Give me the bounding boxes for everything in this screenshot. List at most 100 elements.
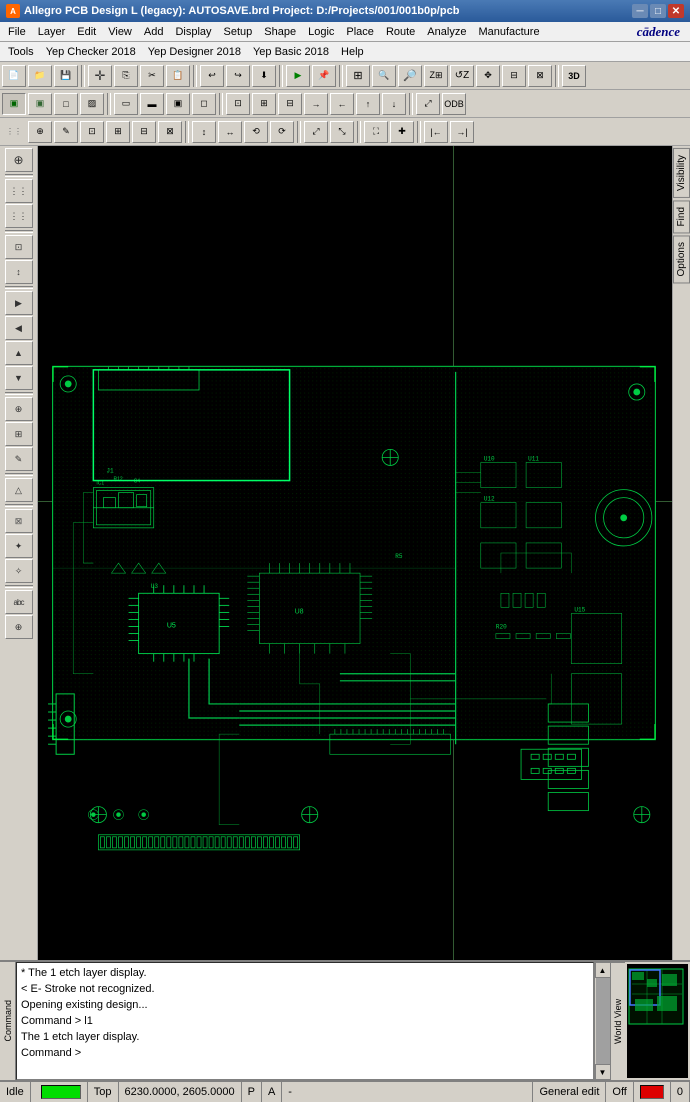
- tb2-btn7[interactable]: ▣: [166, 93, 190, 115]
- lt-btn17[interactable]: ⊕: [5, 615, 33, 639]
- lt-btn9[interactable]: ▼: [5, 366, 33, 390]
- tb2-btn17[interactable]: ODB: [442, 93, 466, 115]
- tb3-btn9[interactable]: ⟲: [244, 121, 268, 143]
- menu-layer[interactable]: Layer: [32, 24, 72, 40]
- tb-redo-down[interactable]: ⬇: [252, 65, 276, 87]
- close-button[interactable]: ✕: [668, 4, 684, 18]
- tb2-btn8[interactable]: ◻: [192, 93, 216, 115]
- scroll-track[interactable]: [596, 978, 610, 1064]
- menu-tools[interactable]: Tools: [2, 44, 40, 60]
- lt-btn4[interactable]: ⊡: [5, 235, 33, 259]
- menu-yep-checker[interactable]: Yep Checker 2018: [40, 44, 142, 60]
- tb3-btn8[interactable]: ↔: [218, 121, 242, 143]
- menu-help[interactable]: Help: [335, 44, 370, 60]
- tb-pin[interactable]: 📌: [312, 65, 336, 87]
- tb-zoom-in[interactable]: 🔍: [372, 65, 396, 87]
- tb2-btn15[interactable]: ↓: [382, 93, 406, 115]
- tb3-btn12[interactable]: ⤡: [330, 121, 354, 143]
- tb3-btn15[interactable]: |←: [424, 121, 448, 143]
- tb2-btn11[interactable]: ⊟: [278, 93, 302, 115]
- tb-new[interactable]: 📄: [2, 65, 26, 87]
- tb3-btn2[interactable]: ✎: [54, 121, 78, 143]
- menu-logic[interactable]: Logic: [302, 24, 340, 40]
- tb3-btn14[interactable]: ✚: [390, 121, 414, 143]
- maximize-button[interactable]: □: [650, 4, 666, 18]
- tb3-btn4[interactable]: ⊞: [106, 121, 130, 143]
- lt-btn2[interactable]: ⋮⋮: [5, 179, 33, 203]
- tb3-btn6[interactable]: ⊠: [158, 121, 182, 143]
- tb2-btn13[interactable]: ←: [330, 93, 354, 115]
- tb-zoom-prev[interactable]: ↺Z: [450, 65, 474, 87]
- tb-run[interactable]: ▶: [286, 65, 310, 87]
- lt-btn12[interactable]: ✎: [5, 447, 33, 471]
- world-view-canvas[interactable]: [627, 964, 688, 1078]
- tb3-btn16[interactable]: →|: [450, 121, 474, 143]
- sidebar-tab-visibility[interactable]: Visibility: [673, 148, 690, 198]
- lt-btn16[interactable]: ✧: [5, 559, 33, 583]
- menu-manufacture[interactable]: Manufacture: [472, 24, 545, 40]
- console-panel[interactable]: * The 1 etch layer display. < E- Stroke …: [16, 962, 594, 1080]
- tb2-btn2[interactable]: ▣: [28, 93, 52, 115]
- lt-btn10[interactable]: ⊕: [5, 397, 33, 421]
- tb-undo[interactable]: ↩: [200, 65, 224, 87]
- menu-analyze[interactable]: Analyze: [421, 24, 472, 40]
- tb2-btn1[interactable]: ▣: [2, 93, 26, 115]
- minimize-button[interactable]: ─: [632, 4, 648, 18]
- tb-redo-back[interactable]: ↪: [226, 65, 250, 87]
- menu-shape[interactable]: Shape: [258, 24, 302, 40]
- tb-3d[interactable]: 3D: [562, 65, 586, 87]
- tb2-btn4[interactable]: ▨: [80, 93, 104, 115]
- tb-zoom-sel[interactable]: ⊠: [528, 65, 552, 87]
- lt-select[interactable]: ⊕: [5, 148, 33, 172]
- lt-btn11[interactable]: ⊞: [5, 422, 33, 446]
- tb-zoom-fit[interactable]: ⊞: [346, 65, 370, 87]
- tb3-btn13[interactable]: ⛶: [364, 121, 388, 143]
- lt-text[interactable]: abc: [5, 590, 33, 614]
- tb3-btn10[interactable]: ⟳: [270, 121, 294, 143]
- tb-zoom-all[interactable]: ⊟: [502, 65, 526, 87]
- tb3-btn7[interactable]: ↕: [192, 121, 216, 143]
- tb2-btn3[interactable]: □: [54, 93, 78, 115]
- tb3-btn1[interactable]: ⊕: [28, 121, 52, 143]
- lt-btn6[interactable]: ▶: [5, 291, 33, 315]
- lt-btn14[interactable]: ⊠: [5, 509, 33, 533]
- sidebar-tab-find[interactable]: Find: [673, 200, 690, 233]
- pcb-canvas[interactable]: IC1 R12 C4: [38, 146, 672, 960]
- tb-copy[interactable]: ⎘: [114, 65, 138, 87]
- tb-pan[interactable]: ✥: [476, 65, 500, 87]
- menu-route[interactable]: Route: [380, 24, 421, 40]
- scroll-down-arrow[interactable]: ▼: [595, 1064, 611, 1080]
- menu-yep-designer[interactable]: Yep Designer 2018: [142, 44, 247, 60]
- tb-paste[interactable]: 📋: [166, 65, 190, 87]
- tb-zoom-out[interactable]: 🔎: [398, 65, 422, 87]
- menu-view[interactable]: View: [102, 24, 138, 40]
- menu-add[interactable]: Add: [138, 24, 170, 40]
- scroll-up-arrow[interactable]: ▲: [595, 962, 611, 978]
- tb3-btn5[interactable]: ⊟: [132, 121, 156, 143]
- tb2-btn14[interactable]: ↑: [356, 93, 380, 115]
- tb-cross[interactable]: ✛: [88, 65, 112, 87]
- sidebar-tab-options[interactable]: Options: [673, 235, 690, 283]
- tb3-btn11[interactable]: ⤢: [304, 121, 328, 143]
- lt-btn13[interactable]: △: [5, 478, 33, 502]
- tb3-btn3[interactable]: ⊡: [80, 121, 104, 143]
- menu-place[interactable]: Place: [340, 24, 380, 40]
- menu-edit[interactable]: Edit: [71, 24, 102, 40]
- tb-cut[interactable]: ✂: [140, 65, 164, 87]
- console-scrollbar[interactable]: ▲ ▼: [594, 962, 610, 1080]
- lt-btn8[interactable]: ▲: [5, 341, 33, 365]
- tb2-btn10[interactable]: ⊞: [252, 93, 276, 115]
- lt-btn15[interactable]: ✦: [5, 534, 33, 558]
- lt-btn5[interactable]: ↕: [5, 260, 33, 284]
- tb-open[interactable]: 📁: [28, 65, 52, 87]
- tb-zoom-win[interactable]: Z⊞: [424, 65, 448, 87]
- tb2-btn5[interactable]: ▭: [114, 93, 138, 115]
- tb2-btn16[interactable]: ⤢: [416, 93, 440, 115]
- tb2-btn12[interactable]: →: [304, 93, 328, 115]
- lt-btn3[interactable]: ⋮⋮: [5, 204, 33, 228]
- lt-btn7[interactable]: ◀: [5, 316, 33, 340]
- menu-setup[interactable]: Setup: [218, 24, 259, 40]
- menu-file[interactable]: File: [2, 24, 32, 40]
- tb2-btn6[interactable]: ▬: [140, 93, 164, 115]
- tb2-btn9[interactable]: ⊡: [226, 93, 250, 115]
